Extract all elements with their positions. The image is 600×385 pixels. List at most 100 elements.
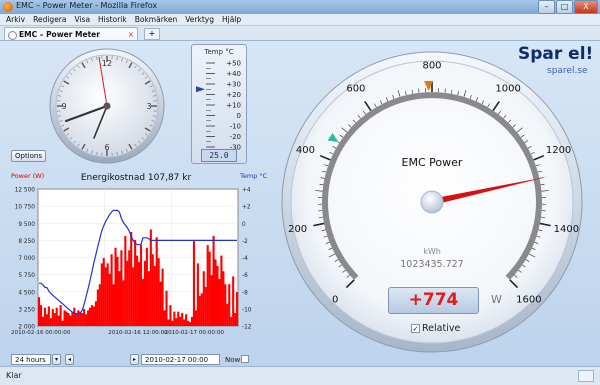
chart-x-tick: 2010-02-17 00:00:00 xyxy=(165,330,225,336)
power-bar xyxy=(148,271,150,326)
gauge-label: 200 xyxy=(288,224,307,235)
power-bar xyxy=(226,304,228,326)
close-button[interactable]: X xyxy=(574,0,598,14)
power-bar xyxy=(181,313,183,326)
power-bar xyxy=(81,313,83,326)
temperature-readout: 25.0 xyxy=(201,149,237,162)
gauge-pivot xyxy=(421,191,443,213)
options-button[interactable]: Options xyxy=(11,150,46,162)
power-bar xyxy=(167,319,169,326)
power-bar xyxy=(154,266,156,326)
chart-right-tick: -6 xyxy=(242,273,248,279)
power-bar xyxy=(199,296,201,326)
thermometer-label: +50 xyxy=(226,60,241,68)
thermometer-panel: Temp °C +50+40+30+20+100-10-20-30 25.0 xyxy=(191,44,247,164)
power-bar xyxy=(93,306,95,326)
chart-y2label: Temp °C xyxy=(239,172,268,180)
power-bar xyxy=(220,256,222,326)
power-bar xyxy=(193,241,195,326)
range-select-value: 24 hours xyxy=(15,356,46,364)
thermometer-label: +40 xyxy=(226,70,241,78)
power-bar xyxy=(120,250,122,326)
chart-left-tick: 3 250 xyxy=(18,307,35,313)
power-bar xyxy=(85,314,87,326)
prev-period-button[interactable]: ◂ xyxy=(65,354,74,365)
power-bar xyxy=(138,262,140,326)
tab-bar: EMC – Power Meter × + xyxy=(0,26,600,41)
range-dropdown-button[interactable]: ▾ xyxy=(52,354,61,365)
new-tab-button[interactable]: + xyxy=(144,28,160,40)
power-bar xyxy=(97,289,99,326)
power-bar xyxy=(75,313,77,326)
power-bar xyxy=(83,309,85,326)
clock-numeral-12: 12 xyxy=(102,59,112,68)
power-bar xyxy=(111,254,113,326)
minimize-button[interactable]: – xyxy=(538,0,555,14)
power-bar xyxy=(46,314,48,326)
menu-redigera[interactable]: Redigera xyxy=(33,14,66,25)
power-gauge: 02004006008001000120014001600 EMC Power … xyxy=(276,41,588,366)
power-bar xyxy=(52,309,54,326)
menu-visa[interactable]: Visa xyxy=(74,14,90,25)
chart-left-tick: 7 000 xyxy=(18,256,35,262)
power-bar xyxy=(63,310,65,326)
power-bar xyxy=(222,271,224,326)
menu-bokmarken[interactable]: Bokmärken xyxy=(135,14,178,25)
next-period-button[interactable]: ▸ xyxy=(130,354,139,365)
power-bar xyxy=(224,284,226,326)
page-content: 12 3 6 9 Temp °C +50+40+30+20+100-10-20-… xyxy=(0,41,600,366)
thermometer-label: +20 xyxy=(226,91,241,99)
power-bar xyxy=(209,252,211,326)
power-bar xyxy=(203,271,205,326)
gauge-label: 400 xyxy=(296,145,315,156)
relative-checkbox[interactable]: ✓ xyxy=(411,324,420,333)
chart-left-tick: 12 500 xyxy=(15,188,36,194)
chart-left-tick: 5 750 xyxy=(18,273,35,279)
now-checkbox[interactable] xyxy=(241,355,249,363)
chart-right-tick: -8 xyxy=(242,290,248,296)
power-bar xyxy=(103,258,105,326)
thermometer-label: +10 xyxy=(226,102,241,110)
power-bar xyxy=(177,312,179,326)
chart-right-tick: -4 xyxy=(242,256,248,262)
power-bar xyxy=(114,248,116,326)
firefox-icon xyxy=(3,2,13,12)
gauge-label: 0 xyxy=(332,294,338,305)
chart-right-tick: -2 xyxy=(242,239,248,245)
power-bar xyxy=(156,237,158,326)
gauge-label: 1400 xyxy=(554,224,579,235)
gauge-label: 1200 xyxy=(546,145,571,156)
power-bar xyxy=(65,312,67,326)
power-bar xyxy=(201,293,203,326)
power-bar xyxy=(128,250,130,326)
range-select[interactable]: 24 hours xyxy=(11,354,51,365)
power-bar xyxy=(191,317,193,326)
clock-pivot xyxy=(104,103,111,110)
chart-left-tick: 4 500 xyxy=(18,290,35,296)
power-bar xyxy=(213,236,215,326)
power-bar xyxy=(71,312,73,326)
power-bar xyxy=(175,318,177,326)
power-bar xyxy=(152,254,154,326)
maximize-button[interactable]: □ xyxy=(556,0,573,14)
power-bar xyxy=(54,313,56,326)
tab-power-meter[interactable]: EMC – Power Meter × xyxy=(4,27,138,40)
power-bar xyxy=(56,308,58,326)
menu-verktyg[interactable]: Verktyg xyxy=(185,14,214,25)
power-bar xyxy=(50,318,52,326)
status-bar-button[interactable] xyxy=(578,370,594,382)
menu-historik[interactable]: Historik xyxy=(98,14,127,25)
power-bar xyxy=(140,245,142,326)
date-field[interactable]: 2010-02-17 00:00 xyxy=(141,354,220,365)
power-bar xyxy=(197,263,199,326)
thermometer-label: 0 xyxy=(237,112,241,120)
power-bar xyxy=(150,229,152,326)
menu-arkiv[interactable]: Arkiv xyxy=(6,14,25,25)
power-bar xyxy=(126,261,128,326)
kwh-label: kWh xyxy=(423,247,441,256)
power-bar xyxy=(144,261,146,326)
tab-close-button[interactable]: × xyxy=(128,28,134,41)
menu-hjalp[interactable]: Hjälp xyxy=(222,14,241,25)
power-bar xyxy=(118,271,120,326)
power-bar xyxy=(40,305,42,326)
